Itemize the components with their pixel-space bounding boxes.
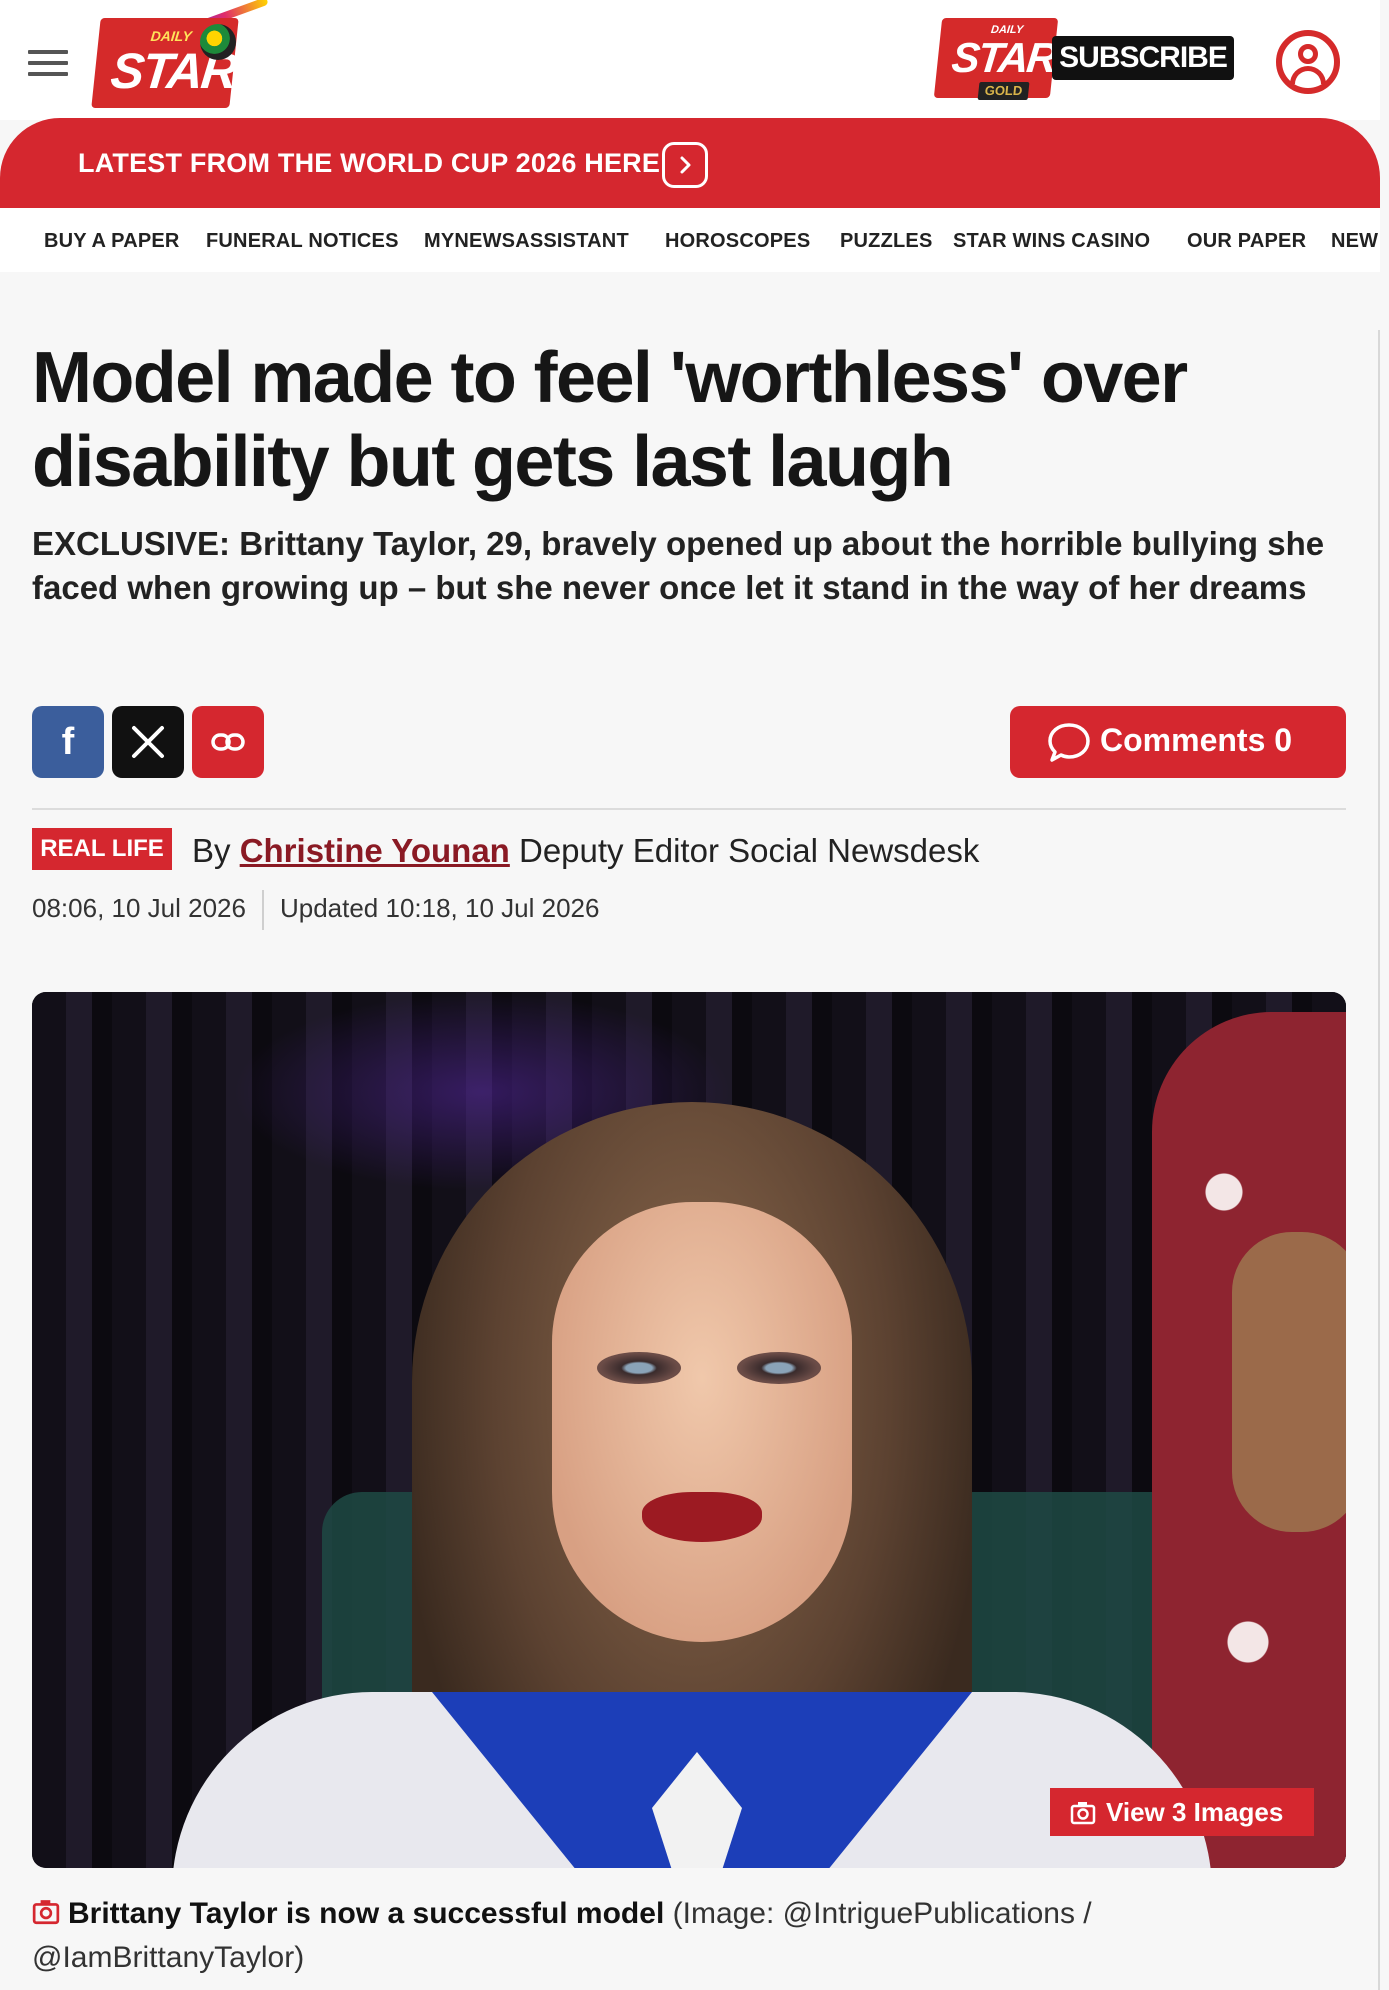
date-separator — [261, 890, 264, 930]
site-header: DAILY STAR DAILY STAR GOLD SUBSCRIBE — [0, 0, 1380, 120]
facebook-icon: f — [61, 721, 75, 763]
gold-badge: GOLD — [977, 82, 1030, 100]
article-headline: Model made to feel 'worthless' over disa… — [32, 338, 1188, 502]
author-role: Deputy Editor Social Newsdesk — [519, 832, 980, 869]
comment-bubble-icon — [1048, 723, 1090, 762]
article-dates: 08:06, 10 Jul 2026 Updated 10:18, 10 Jul … — [32, 890, 599, 930]
nav-item-funeral-notices[interactable]: FUNERAL NOTICES — [206, 230, 399, 253]
image-caption: Brittany Taylor is now a successful mode… — [32, 1892, 1352, 1980]
nav-item-buy-a-paper[interactable]: BUY A PAPER — [44, 230, 180, 253]
x-icon — [132, 726, 164, 758]
author-link[interactable]: Christine Younan — [240, 832, 510, 869]
share-facebook-button[interactable]: f — [32, 706, 104, 778]
user-account-icon[interactable] — [1276, 30, 1340, 94]
category-tag[interactable]: REAL LIFE — [32, 828, 172, 870]
scroll-rule — [1378, 330, 1380, 1990]
hero-image[interactable]: View 3 Images — [32, 992, 1346, 1868]
nav-item-our-paper[interactable]: OUR PAPER — [1187, 230, 1306, 253]
updated-time: Updated 10:18, 10 Jul 2026 — [279, 892, 600, 923]
subscribe-button[interactable]: SUBSCRIBE — [1052, 36, 1234, 80]
world-cup-banner[interactable]: LATEST FROM THE WORLD CUP 2026 HERE — [0, 118, 1380, 208]
nav-item-new[interactable]: NEW — [1331, 230, 1378, 253]
nav-item-horoscopes[interactable]: HOROSCOPES — [665, 230, 810, 253]
nav-item-puzzles[interactable]: PUZZLES — [840, 230, 933, 253]
nav-item-mynewsassistant[interactable]: MYNEWSASSISTANT — [424, 230, 629, 253]
chevron-right-icon — [662, 142, 708, 188]
star-gold-logo[interactable]: DAILY STAR GOLD — [933, 18, 1059, 100]
caption-main: Brittany Taylor is now a successful mode… — [68, 1897, 665, 1930]
byline-prefix: By — [192, 832, 231, 869]
byline: By Christine Younan Deputy Editor Social… — [192, 832, 979, 870]
gold-logo-star-text: STAR — [949, 34, 1058, 81]
view-images-label: View 3 Images — [1106, 1797, 1284, 1827]
published-time: 08:06, 10 Jul 2026 — [32, 892, 246, 923]
divider — [32, 808, 1346, 810]
copy-link-button[interactable] — [192, 706, 264, 778]
comments-button[interactable]: Comments 0 — [1010, 706, 1346, 778]
view-images-button[interactable]: View 3 Images — [1050, 1788, 1314, 1836]
nav-item-star-wins-casino[interactable]: STAR WINS CASINO — [953, 230, 1150, 253]
camera-icon — [1070, 1802, 1096, 1825]
article-standfirst: EXCLUSIVE: Brittany Taylor, 29, bravely … — [32, 525, 1325, 606]
world-cup-banner-text: LATEST FROM THE WORLD CUP 2026 HERE — [78, 148, 661, 178]
camera-icon — [32, 1900, 60, 1925]
hamburger-icon[interactable] — [28, 50, 68, 76]
link-icon — [211, 733, 245, 751]
football-icon — [200, 24, 236, 60]
share-x-button[interactable] — [112, 706, 184, 778]
comments-label: Comments 0 — [1100, 722, 1293, 758]
section-nav: BUY A PAPER FUNERAL NOTICES MYNEWSASSIST… — [0, 208, 1380, 272]
